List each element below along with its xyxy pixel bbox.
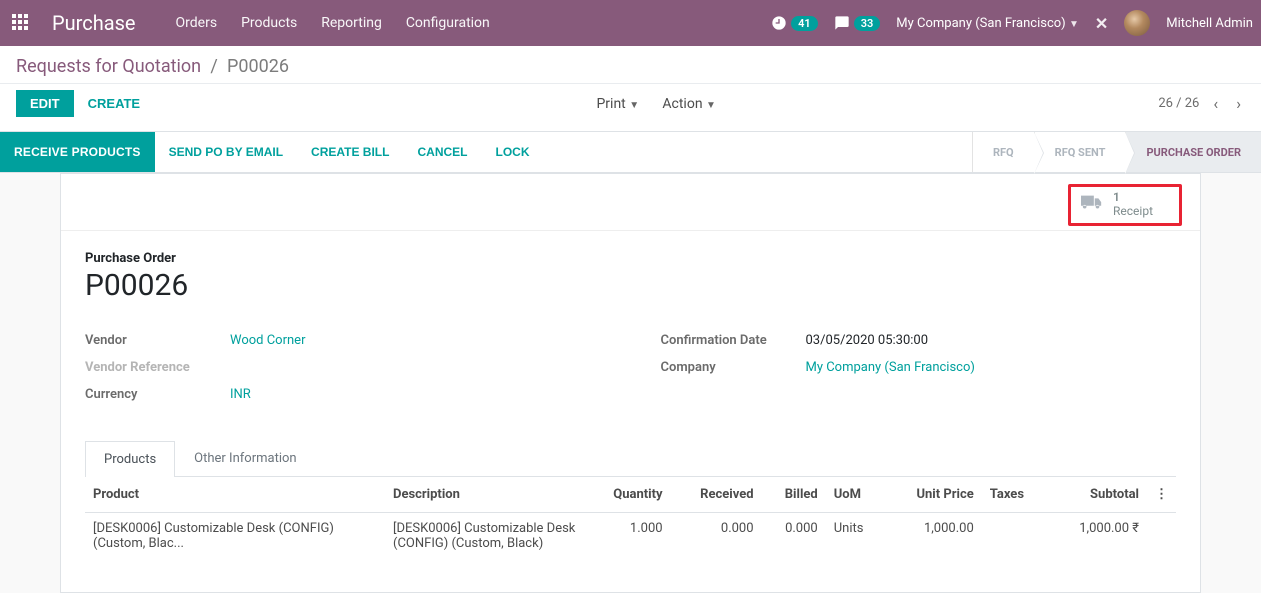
cell-unit-price: 1,000.00	[886, 512, 982, 559]
nav-products[interactable]: Products	[241, 15, 297, 31]
status-bar: RECEIVE PRODUCTS SEND PO BY EMAIL CREATE…	[0, 131, 1261, 173]
cell-description: [DESK0006] Customizable Desk (CONFIG) (C…	[385, 512, 585, 559]
receive-products-button[interactable]: RECEIVE PRODUCTS	[0, 132, 155, 172]
action-label: Action	[662, 96, 702, 112]
company-name-label: My Company (San Francisco)	[896, 16, 1065, 31]
order-lines-table: Product Description Quantity Received Bi…	[85, 477, 1176, 559]
tray-clock-icon[interactable]: 41	[771, 15, 818, 31]
tray-counter-1: 41	[791, 16, 818, 31]
vendor-value[interactable]: Wood Corner	[230, 333, 305, 348]
chevron-down-icon: ▼	[629, 100, 639, 111]
create-button[interactable]: CREATE	[74, 90, 154, 117]
nav-right: 41 33 My Company (San Francisco) ▼ ✕ Mit…	[771, 10, 1253, 36]
stage-rfq[interactable]: RFQ	[972, 132, 1034, 172]
company-value[interactable]: My Company (San Francisco)	[806, 360, 975, 375]
vendor-label: Vendor	[85, 333, 230, 348]
cell-subtotal: 1,000.00 ₹	[1048, 512, 1147, 559]
breadcrumb: Requests for Quotation / P00026	[0, 46, 1261, 84]
cell-received: 0.000	[671, 512, 762, 559]
company-label: Company	[661, 360, 806, 375]
pager-count: 26 / 26	[1158, 96, 1199, 111]
th-billed[interactable]: Billed	[762, 477, 826, 513]
chat-icon	[834, 15, 850, 31]
receipt-count: 1	[1113, 191, 1153, 205]
th-received[interactable]: Received	[671, 477, 762, 513]
nav-reporting[interactable]: Reporting	[321, 15, 382, 31]
stage-purchase-order[interactable]: PURCHASE ORDER	[1125, 132, 1261, 172]
action-dropdown[interactable]: Action ▼	[662, 96, 716, 112]
sheet-tabs: Products Other Information	[85, 440, 1176, 477]
pager-next[interactable]: ›	[1232, 94, 1245, 113]
nav-orders[interactable]: Orders	[176, 15, 218, 31]
debug-close-icon[interactable]: ✕	[1095, 14, 1108, 33]
pager: 26 / 26 ‹ ›	[1158, 94, 1245, 113]
apps-icon[interactable]	[12, 14, 30, 32]
breadcrumb-root[interactable]: Requests for Quotation	[16, 56, 201, 77]
th-taxes[interactable]: Taxes	[982, 477, 1048, 513]
breadcrumb-sep: /	[210, 56, 217, 77]
print-dropdown[interactable]: Print ▼	[596, 96, 639, 112]
confirm-date-value: 03/05/2020 05:30:00	[806, 333, 929, 348]
th-unit-price[interactable]: Unit Price	[886, 477, 982, 513]
control-bar: EDIT CREATE Print ▼ Action ▼ 26 / 26 ‹ ›	[0, 84, 1261, 131]
th-quantity[interactable]: Quantity	[585, 477, 671, 513]
clock-icon	[771, 15, 787, 31]
send-po-button[interactable]: SEND PO BY EMAIL	[155, 132, 297, 172]
receipt-stat-button[interactable]: 1 Receipt	[1068, 184, 1182, 226]
cell-quantity: 1.000	[585, 512, 671, 559]
chevron-down-icon: ▼	[1069, 19, 1079, 30]
cell-uom: Units	[826, 512, 886, 559]
tab-other-info[interactable]: Other Information	[175, 440, 315, 476]
nav-links: Orders Products Reporting Configuration	[176, 15, 490, 31]
tray-counter-2: 33	[854, 16, 881, 31]
truck-icon	[1081, 194, 1103, 216]
cell-taxes	[982, 512, 1048, 559]
th-uom[interactable]: UoM	[826, 477, 886, 513]
vendor-ref-label: Vendor Reference	[85, 360, 230, 375]
form-sheet: 1 Receipt Purchase Order P00026 Vendor W…	[60, 173, 1201, 593]
top-navbar: Purchase Orders Products Reporting Confi…	[0, 0, 1261, 46]
po-name: P00026	[85, 268, 1176, 303]
print-label: Print	[596, 96, 625, 112]
breadcrumb-current: P00026	[227, 56, 289, 77]
pager-prev[interactable]: ‹	[1209, 94, 1222, 113]
nav-configuration[interactable]: Configuration	[406, 15, 490, 31]
receipt-label: Receipt	[1113, 205, 1153, 219]
cancel-button[interactable]: CANCEL	[403, 132, 481, 172]
avatar[interactable]	[1124, 10, 1150, 36]
th-description[interactable]: Description	[385, 477, 585, 513]
tab-products[interactable]: Products	[85, 441, 175, 477]
table-row[interactable]: [DESK0006] Customizable Desk (CONFIG) (C…	[85, 512, 1176, 559]
th-subtotal[interactable]: Subtotal	[1048, 477, 1147, 513]
stage-rfq-sent[interactable]: RFQ SENT	[1034, 132, 1126, 172]
th-more-icon[interactable]: ⋮	[1147, 477, 1176, 513]
chevron-down-icon: ▼	[706, 100, 716, 111]
cell-billed: 0.000	[762, 512, 826, 559]
create-bill-button[interactable]: CREATE BILL	[297, 132, 403, 172]
app-brand[interactable]: Purchase	[52, 11, 136, 35]
user-name[interactable]: Mitchell Admin	[1166, 16, 1253, 31]
confirm-date-label: Confirmation Date	[661, 333, 806, 348]
lock-button[interactable]: LOCK	[481, 132, 543, 172]
currency-value[interactable]: INR	[230, 387, 251, 402]
currency-label: Currency	[85, 387, 230, 402]
cell-product: [DESK0006] Customizable Desk (CONFIG) (C…	[85, 512, 385, 559]
tray-chat-icon[interactable]: 33	[834, 15, 881, 31]
company-switcher[interactable]: My Company (San Francisco) ▼	[896, 16, 1079, 31]
edit-button[interactable]: EDIT	[16, 90, 74, 117]
th-product[interactable]: Product	[85, 477, 385, 513]
po-title-label: Purchase Order	[85, 251, 1176, 266]
